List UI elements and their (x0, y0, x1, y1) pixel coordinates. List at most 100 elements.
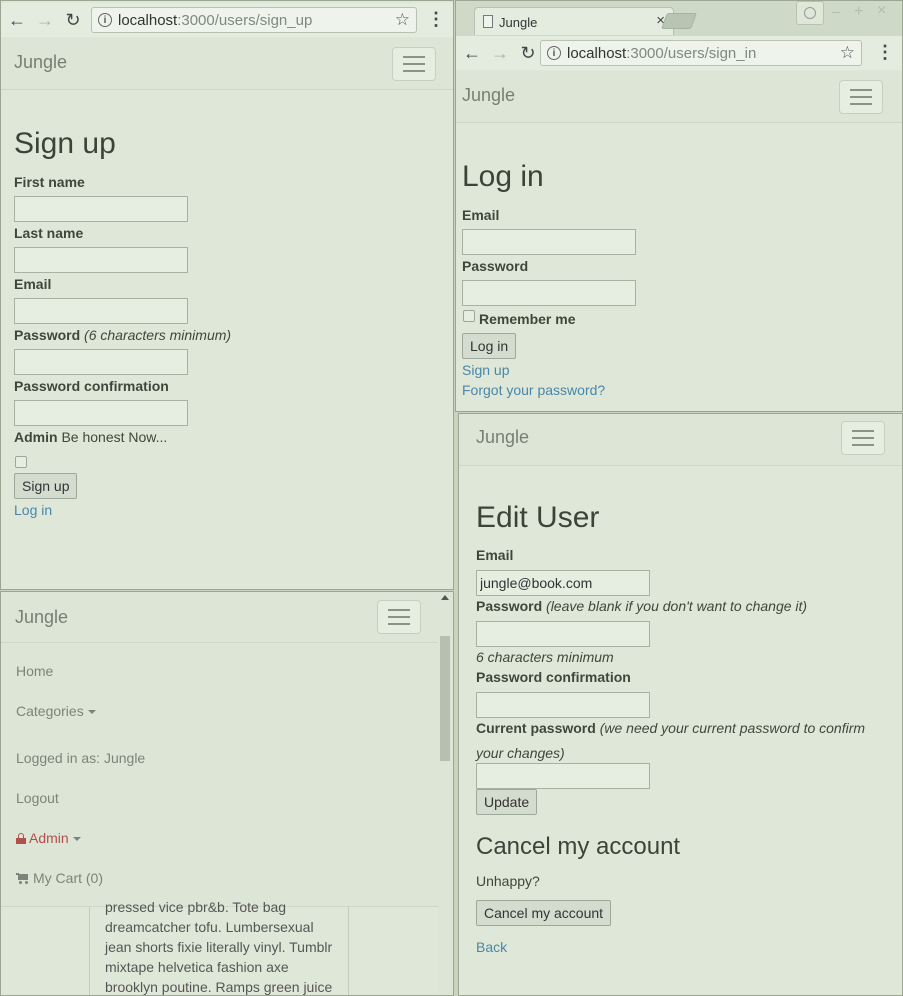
edit-user-window: Jungle Edit User Email Password (leave b… (458, 413, 903, 996)
password-input[interactable] (476, 621, 650, 647)
hamburger-icon[interactable] (392, 47, 436, 81)
last-name-input[interactable] (14, 247, 188, 273)
url-path: :3000/users/sign_in (626, 44, 757, 62)
admin-checkbox[interactable] (15, 456, 27, 468)
password-label-text: Password (476, 598, 543, 614)
info-icon[interactable]: i (547, 46, 561, 60)
menu-item-cart[interactable]: My Cart (0) (16, 870, 103, 886)
navbar-brand[interactable]: Jungle (15, 607, 68, 628)
navbar-brand[interactable]: Jungle (14, 52, 67, 73)
signup-address-bar[interactable]: i localhost:3000/users/sign_up ☆ (91, 7, 417, 33)
password-confirmation-input[interactable] (14, 400, 188, 426)
back-arrow-icon[interactable]: ← (460, 41, 484, 65)
cart-label: My Cart (0) (33, 870, 103, 886)
signup-toolbar: ← → ↻ i localhost:3000/users/sign_up ☆ ⋮ (1, 3, 453, 37)
star-icon[interactable]: ☆ (395, 10, 410, 30)
unhappy-text: Unhappy? (476, 873, 540, 889)
signup-navbar: Jungle (1, 38, 453, 90)
reload-icon[interactable]: ↻ (516, 41, 540, 65)
tab-title: Jungle (499, 15, 538, 30)
profile-icon[interactable] (796, 1, 824, 25)
forgot-password-link[interactable]: Forgot your password? (462, 382, 605, 398)
admin-label: Admin (29, 830, 69, 846)
login-button[interactable]: Log in (462, 333, 517, 359)
scrollbar-thumb[interactable] (440, 636, 450, 761)
signup-window: ← → ↻ i localhost:3000/users/sign_up ☆ ⋮… (0, 0, 454, 590)
tab-jungle[interactable]: Jungle × (474, 7, 674, 35)
signup-button[interactable]: Sign up (14, 473, 78, 499)
first-name-input[interactable] (14, 196, 188, 222)
email-input[interactable] (14, 298, 188, 324)
caret-down-icon (72, 837, 81, 842)
admin-note: Be honest Now... (61, 429, 168, 445)
caret-down-icon (87, 710, 96, 715)
navbar-brand[interactable]: Jungle (476, 427, 529, 448)
close-window-icon[interactable]: × (877, 2, 886, 20)
menu-divider (1, 642, 438, 643)
password-min-hint: 6 characters minimum (476, 649, 614, 665)
menu-item-home[interactable]: Home (16, 663, 53, 679)
reload-icon[interactable]: ↻ (61, 8, 85, 32)
password-label: Password (462, 258, 529, 274)
email-label: Email (14, 276, 52, 292)
new-tab-button[interactable] (661, 13, 697, 29)
product-text-line: dreamcatcher tofu. Lumbersexual (105, 919, 314, 935)
login-address-bar[interactable]: i localhost:3000/users/sign_in ☆ (540, 40, 862, 66)
url-host: localhost (567, 44, 627, 62)
lock-icon (16, 833, 26, 844)
menu-dots-icon[interactable]: ⋮ (427, 9, 445, 30)
navbar-brand[interactable]: Jungle (462, 85, 515, 106)
categories-label: Categories (16, 703, 84, 719)
menu-dots-icon[interactable]: ⋮ (876, 42, 894, 63)
hamburger-icon[interactable] (839, 80, 883, 114)
product-text-line: brooklyn poutine. Ramps green juice (105, 979, 333, 995)
cancel-account-button[interactable]: Cancel my account (476, 900, 612, 926)
password-hint: (6 characters minimum) (84, 327, 232, 343)
login-window: Jungle × – + × ← → ↻ i localhost:3000/us… (455, 0, 903, 412)
remember-me-checkbox[interactable] (463, 310, 475, 322)
info-icon[interactable]: i (98, 13, 112, 27)
tab-strip: Jungle × – + × (456, 1, 902, 37)
scroll-up-icon[interactable] (441, 595, 449, 600)
page-title: Sign up (14, 127, 116, 160)
current-password-hint: (we need your current password to confir… (599, 720, 866, 736)
password-confirmation-label: Password confirmation (14, 378, 169, 394)
menu-item-categories[interactable]: Categories (16, 703, 96, 719)
email-input[interactable] (476, 570, 650, 596)
page-icon (483, 15, 493, 28)
admin-label-text: Admin (14, 429, 58, 445)
maximize-icon[interactable]: + (854, 3, 863, 21)
edit-navbar: Jungle (459, 414, 902, 466)
url-path: :3000/users/sign_up (177, 11, 313, 29)
remember-me-label: Remember me (479, 311, 576, 327)
menu-window: Jungle Home Categories Logged in as: Jun… (0, 591, 454, 996)
login-link[interactable]: Log in (14, 502, 52, 518)
star-icon[interactable]: ☆ (840, 43, 855, 63)
last-name-label: Last name (14, 225, 84, 241)
menu-panel: Jungle Home Categories Logged in as: Jun… (1, 592, 438, 907)
product-card: pressed vice pbr&b. Tote bag dreamcatche… (89, 899, 349, 995)
page-title: Log in (462, 160, 544, 193)
current-password-input[interactable] (476, 763, 650, 789)
minimize-icon[interactable]: – (832, 3, 840, 19)
cart-icon (16, 873, 29, 884)
signup-link[interactable]: Sign up (462, 362, 509, 378)
back-link[interactable]: Back (476, 939, 507, 955)
back-arrow-icon[interactable]: ← (5, 8, 29, 32)
password-label-text: Password (14, 327, 81, 343)
email-input[interactable] (462, 229, 636, 255)
hamburger-icon[interactable] (841, 421, 885, 455)
menu-item-admin[interactable]: Admin (16, 830, 81, 846)
menu-item-logout[interactable]: Logout (16, 790, 59, 806)
forward-arrow-icon[interactable]: → (33, 8, 57, 32)
admin-label: Admin Be honest Now... (14, 429, 167, 445)
hamburger-icon[interactable] (377, 600, 421, 634)
current-password-label-text: Current password (476, 720, 596, 736)
password-input[interactable] (14, 349, 188, 375)
page-title: Edit User (476, 501, 600, 534)
password-confirmation-input[interactable] (476, 692, 650, 718)
scrollbar[interactable] (438, 592, 453, 995)
password-input[interactable] (462, 280, 636, 306)
update-button[interactable]: Update (476, 789, 538, 815)
forward-arrow-icon[interactable]: → (488, 41, 512, 65)
